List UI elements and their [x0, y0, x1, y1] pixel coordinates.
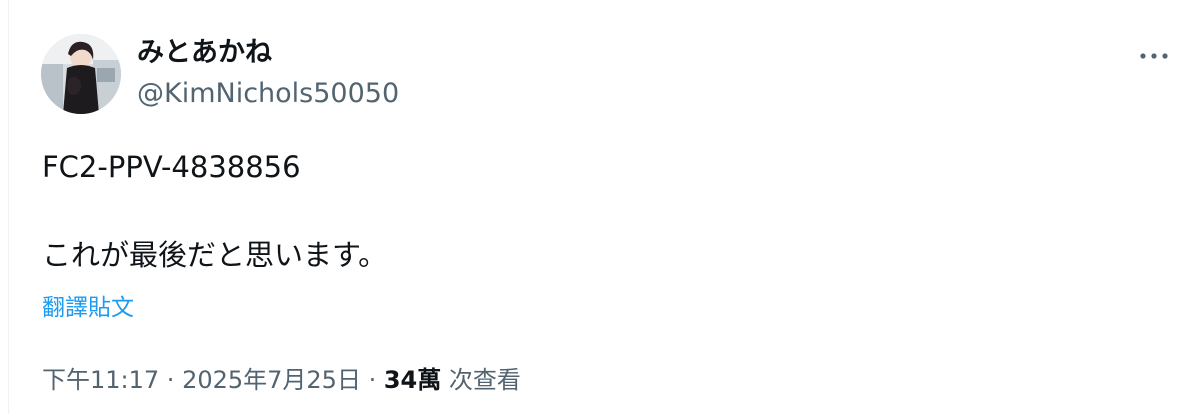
tweet-card: みとあかね @KimNichols50050 FC2-PPV-4838856 こ… [0, 0, 1198, 414]
more-horizontal-icon [1140, 53, 1168, 59]
tweet-text-line: FC2-PPV-4838856 [42, 150, 301, 184]
user-handle[interactable]: @KimNichols50050 [137, 76, 399, 112]
tweet-meta: 下午11:17 · 2025年7月25日 · 34萬 次查看 [42, 362, 521, 398]
avatar[interactable] [41, 34, 121, 114]
views-count[interactable]: 34萬 [384, 366, 441, 394]
tweet-text: FC2-PPV-4838856 これが最後だと思います。 [42, 145, 1142, 277]
more-button[interactable] [1132, 40, 1176, 72]
tweet-text-line: これが最後だと思います。 [42, 238, 388, 272]
meta-separator: · [159, 366, 183, 394]
display-name[interactable]: みとあかね [137, 36, 272, 70]
meta-separator: · [360, 366, 384, 394]
views-label: 次查看 [441, 366, 521, 394]
tweet-date[interactable]: 2025年7月25日 [182, 366, 361, 394]
translate-post-link[interactable]: 翻譯貼文 [42, 292, 134, 324]
profile-photo-icon [41, 34, 121, 114]
tweet-time[interactable]: 下午11:17 [42, 366, 159, 394]
